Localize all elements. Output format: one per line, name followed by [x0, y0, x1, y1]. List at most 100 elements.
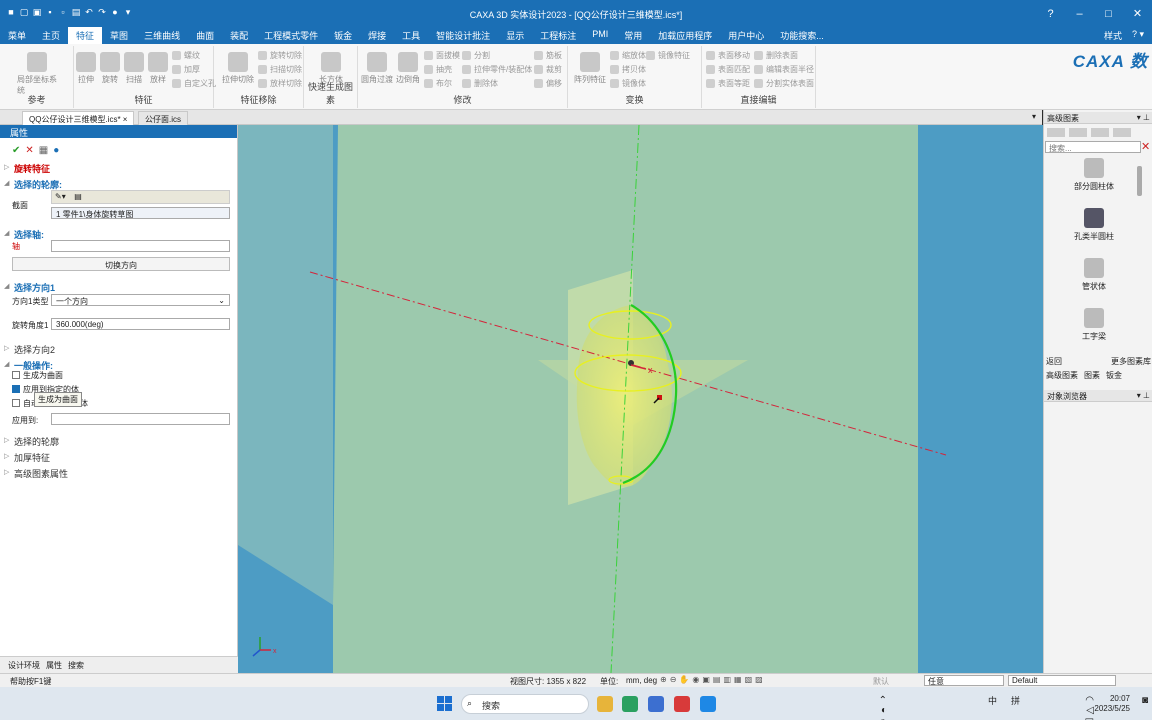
fillet-button[interactable]: 圆角过渡	[360, 52, 394, 85]
menu-item-13[interactable]: 工程标注	[532, 27, 584, 44]
pin-icon[interactable]: ▾ ⊥	[1137, 391, 1150, 400]
collapse-icon[interactable]: ◢	[4, 282, 9, 290]
menu-item-3[interactable]: 草图	[102, 27, 136, 44]
menu-item-8[interactable]: 钣金	[326, 27, 360, 44]
split-face-button[interactable]: 分割实体表面	[754, 78, 814, 89]
library-item-half-cylinder-hole[interactable]: 孔类半圆柱	[1046, 208, 1142, 242]
menu-item-12[interactable]: 显示	[498, 27, 532, 44]
menu-item-4[interactable]: 三维曲线	[136, 27, 188, 44]
apply-to-field[interactable]	[51, 413, 230, 425]
windows-start-icon[interactable]	[437, 696, 452, 711]
menu-item-2[interactable]: 特征	[68, 27, 103, 44]
tab-design-env[interactable]: 设计环境	[8, 660, 40, 670]
tab-sheet-metal[interactable]: 钣金	[1106, 370, 1122, 381]
edit-radius-button[interactable]: 编辑表面半径	[754, 64, 814, 75]
mirror-body-button[interactable]: 镜像体	[610, 78, 646, 89]
library-item-i-beam[interactable]: 工字梁	[1046, 308, 1142, 342]
confirm-icon[interactable]: ✔	[12, 145, 20, 156]
boolean-button[interactable]: 布尔	[424, 78, 452, 89]
extrude-cut-button[interactable]: 拉伸切除	[218, 52, 258, 85]
close-button[interactable]: ✕	[1123, 0, 1152, 27]
section-direction-1[interactable]: 选择方向1	[14, 281, 55, 294]
draft-button[interactable]: 面拔模	[424, 50, 460, 61]
section-advanced-props[interactable]: 高级图素属性	[14, 467, 68, 480]
units-value[interactable]: mm, deg	[626, 676, 657, 685]
chamfer-button[interactable]: 边倒角	[394, 52, 422, 85]
cancel-icon[interactable]: ✕	[25, 145, 33, 156]
library-item-partial-cylinder[interactable]: 部分圆柱体	[1046, 158, 1142, 192]
trim-button[interactable]: 裁剪	[534, 64, 562, 75]
reference-plane-left[interactable]	[238, 125, 333, 605]
revolve-cut-button[interactable]: 旋转切除	[258, 50, 302, 61]
clear-search-icon[interactable]: ✕	[1141, 140, 1150, 153]
tab-properties[interactable]: 属性	[46, 660, 62, 670]
network-volume-icon[interactable]: ◠ ◁ ▭	[1085, 696, 1094, 720]
library-open-icon[interactable]	[1091, 128, 1109, 137]
revolve-button[interactable]: 旋转	[98, 52, 122, 85]
help-icon[interactable]: ?	[1036, 0, 1065, 27]
menu-item-14[interactable]: PMI	[584, 27, 616, 44]
clock[interactable]: 20:07 2023/5/25	[1094, 694, 1130, 714]
delete-face-button[interactable]: 删除表面	[754, 50, 798, 61]
sketch-icon[interactable]: ▤	[68, 192, 82, 201]
menu-item-0[interactable]: 菜单	[0, 27, 34, 44]
notification-icon[interactable]: ◙	[1142, 696, 1148, 706]
browser-icon[interactable]	[622, 696, 638, 712]
file-explorer-icon[interactable]	[597, 696, 613, 712]
apply-to-body-checkbox[interactable]	[12, 385, 20, 393]
expand-icon[interactable]: ▷	[4, 163, 9, 171]
expand-icon[interactable]: ▷	[4, 452, 9, 460]
more-libraries-button[interactable]: 更多图素库	[1111, 356, 1151, 367]
view-tools-icon[interactable]: ⊕⊖✋◉▣▤▥▦▧▨	[660, 675, 766, 684]
menu-item-16[interactable]: 加载应用程序	[650, 27, 720, 44]
sweep-cut-button[interactable]: 扫描切除	[258, 64, 302, 75]
ime-indicator[interactable]: 中	[988, 696, 997, 706]
collapse-icon[interactable]: ◢	[4, 360, 9, 368]
menu-item-1[interactable]: 主页	[34, 27, 68, 44]
library-save-icon[interactable]	[1113, 128, 1131, 137]
taskbar-search[interactable]: 搜索	[461, 694, 589, 714]
section-direction-2[interactable]: 选择方向2	[14, 343, 55, 356]
back-button[interactable]: 返回	[1046, 356, 1062, 367]
ime-mode[interactable]: 拼	[1011, 696, 1020, 706]
pin-icon[interactable]: ▾ ⊥	[1137, 113, 1150, 122]
caxa-taskbar-icon[interactable]	[648, 696, 664, 712]
menu-item-10[interactable]: 工具	[394, 27, 428, 44]
local-coordinate-button[interactable]: 局部坐标系统	[17, 52, 57, 96]
direction-type-select[interactable]: 一个方向 ⌄	[51, 294, 230, 306]
mirror-feature-button[interactable]: 镜像特征	[646, 50, 690, 61]
library-item-tube[interactable]: 管状体	[1046, 258, 1142, 292]
library-view-icon[interactable]	[1047, 128, 1065, 137]
tab-shapes[interactable]: 图素	[1084, 370, 1100, 381]
minimize-button[interactable]: –	[1065, 0, 1094, 27]
menu-item-11[interactable]: 智能设计批注	[428, 27, 498, 44]
menu-item-9[interactable]: 焊接	[360, 27, 394, 44]
loft-cut-button[interactable]: 放样切除	[258, 78, 302, 89]
copy-body-button[interactable]: 拷贝体	[610, 64, 646, 75]
collapse-icon[interactable]: ◢	[4, 229, 9, 237]
maximize-button[interactable]: □	[1094, 0, 1123, 27]
shell-button[interactable]: 抽壳	[424, 64, 452, 75]
switch-direction-button[interactable]: 切换方向	[12, 257, 230, 271]
extrude-button[interactable]: 拉伸	[74, 52, 98, 85]
custom-hole-button[interactable]: 自定义孔	[172, 78, 216, 89]
profile-list-item[interactable]: 1 零件1\身体旋转草图	[51, 207, 230, 219]
menu-item-6[interactable]: 装配	[222, 27, 256, 44]
menu-item-7[interactable]: 工程模式零件	[256, 27, 326, 44]
axis-field[interactable]	[51, 240, 230, 252]
auto-checkbox[interactable]	[12, 399, 20, 407]
help-dropdown-icon[interactable]: ? ▾	[1132, 29, 1144, 42]
menu-item-15[interactable]: 常用	[616, 27, 650, 44]
wps-icon[interactable]	[674, 696, 690, 712]
scale-button[interactable]: 缩放体	[610, 50, 646, 61]
split-button[interactable]: 分割	[462, 50, 490, 61]
viewport-canvas[interactable]: x x	[238, 125, 1043, 673]
face-move-button[interactable]: 表面移动	[706, 50, 750, 61]
section-thicken[interactable]: 加厚特征	[14, 451, 50, 464]
section-select-axis[interactable]: 选择轴:	[14, 228, 44, 241]
close-tab-icon[interactable]: ×	[123, 115, 128, 124]
edit-profile-icon[interactable]: ✎▾	[52, 192, 66, 201]
thread-button[interactable]: 螺纹	[172, 50, 200, 61]
expand-icon[interactable]: ▷	[4, 344, 9, 352]
tab-search[interactable]: 搜索	[68, 660, 84, 670]
